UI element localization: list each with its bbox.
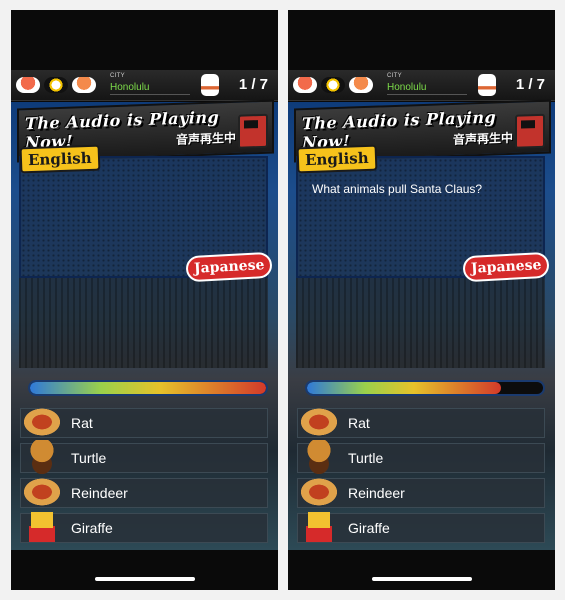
answer-option[interactable]: Reindeer: [19, 475, 268, 509]
maneki-neko-icon: [478, 74, 496, 96]
hotdog-icon: [296, 475, 342, 509]
answer-label: Reindeer: [71, 485, 128, 501]
answer-label: Rat: [348, 415, 370, 431]
sushi-icon: [321, 77, 345, 93]
japanese-badge: Japanese: [184, 251, 273, 283]
question-text: What animals pull Santa Claus?: [312, 182, 483, 196]
sushi-icon: [293, 77, 317, 93]
answer-label: Reindeer: [348, 485, 405, 501]
timer-bar: [305, 380, 545, 396]
sushi-icon: [44, 77, 68, 93]
question-progress: 1 / 7: [515, 76, 545, 93]
answer-option[interactable]: Rat: [19, 405, 268, 439]
timer-fill: [307, 382, 501, 394]
hotdog-icon: [296, 405, 342, 439]
radio-icon: [238, 113, 268, 149]
banner-subtitle: 音声再生中: [452, 130, 513, 147]
sushi-icon: [349, 77, 373, 93]
answer-label: Giraffe: [348, 520, 390, 536]
city-label: CITY: [110, 73, 125, 79]
sushi-icon: [72, 77, 96, 93]
fries-icon: [19, 510, 65, 544]
japanese-panel: [19, 278, 268, 368]
phone-screen-1: CITY Honolulu 1 / 7 The Audio is Playing…: [11, 10, 278, 590]
divider: [387, 94, 467, 95]
sushi-icon: [16, 77, 40, 93]
answer-option[interactable]: Giraffe: [296, 510, 545, 544]
answer-option[interactable]: Reindeer: [296, 475, 545, 509]
question-progress: 1 / 7: [238, 76, 268, 93]
answer-option[interactable]: Rat: [296, 405, 545, 439]
city-name: Honolulu: [110, 82, 150, 93]
answer-label: Rat: [71, 415, 93, 431]
answer-label: Turtle: [348, 450, 384, 466]
hotdog-icon: [19, 405, 65, 439]
answer-option[interactable]: Turtle: [296, 440, 545, 474]
answer-option[interactable]: Turtle: [19, 440, 268, 474]
english-badge: English: [19, 144, 101, 174]
phone-screen-2: CITY Honolulu 1 / 7 The Audio is Playing…: [288, 10, 555, 590]
home-indicator[interactable]: [372, 577, 472, 581]
hotdog-icon: [19, 475, 65, 509]
answer-option[interactable]: Giraffe: [19, 510, 268, 544]
timer-fill: [30, 382, 266, 394]
city-label: CITY: [387, 73, 402, 79]
status-bar: CITY Honolulu 1 / 7: [11, 70, 278, 101]
timer-bar: [28, 380, 268, 396]
banner-subtitle: 音声再生中: [175, 130, 236, 147]
city-name: Honolulu: [387, 82, 427, 93]
answer-label: Giraffe: [71, 520, 113, 536]
english-badge: English: [296, 144, 378, 174]
divider: [110, 94, 190, 95]
answer-label: Turtle: [71, 450, 107, 466]
burger-icon: [296, 440, 342, 474]
japanese-panel: [296, 278, 545, 368]
japanese-badge: Japanese: [461, 251, 550, 283]
burger-icon: [19, 440, 65, 474]
home-indicator[interactable]: [95, 577, 195, 581]
maneki-neko-icon: [201, 74, 219, 96]
fries-icon: [296, 510, 342, 544]
status-bar: CITY Honolulu 1 / 7: [288, 70, 555, 101]
radio-icon: [515, 113, 545, 149]
